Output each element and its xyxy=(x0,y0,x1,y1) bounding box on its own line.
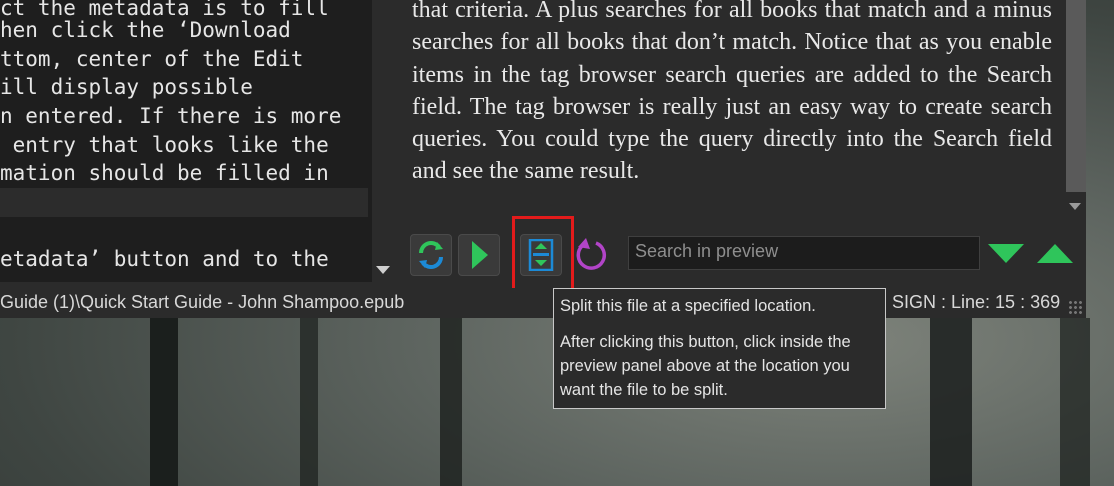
code-line: .. . xyxy=(0,274,304,282)
scroll-down-arrow-icon[interactable] xyxy=(1069,203,1081,210)
split-tooltip: Split this file at a specified location.… xyxy=(553,288,886,409)
code-scrollbar[interactable] xyxy=(372,0,394,282)
status-file-path: Guide (1)\Quick Start Guide - John Shamp… xyxy=(0,292,405,312)
preview-text: that criteria. A plus searches for all b… xyxy=(412,0,1052,185)
refresh-button[interactable] xyxy=(410,234,452,276)
preview-toolbar: Search in preview xyxy=(394,216,1086,292)
resize-grip-icon[interactable] xyxy=(1068,300,1084,316)
circular-arrow-icon xyxy=(576,238,606,270)
play-button[interactable] xyxy=(458,234,500,276)
status-bar: Guide (1)\Quick Start Guide - John Shamp… xyxy=(0,288,1086,318)
tree-silhouette xyxy=(300,318,318,486)
code-line: hen click the ‘Download xyxy=(0,18,291,42)
tooltip-title: Split this file at a specified location. xyxy=(560,297,816,315)
editor-window: ct the metadata is to fill hen click the… xyxy=(0,0,1086,318)
play-icon xyxy=(472,241,488,269)
code-line: etadata’ button and to the xyxy=(0,247,329,271)
scroll-down-arrow-icon[interactable] xyxy=(376,266,390,274)
reload-button[interactable] xyxy=(572,236,610,274)
tree-silhouette xyxy=(930,318,972,486)
status-line-position: SIGN : Line: 15 : 369 xyxy=(892,292,1061,312)
triangle-down-icon[interactable] xyxy=(988,244,1024,263)
triangle-up-icon[interactable] xyxy=(1037,244,1073,263)
refresh-icon xyxy=(419,241,443,269)
preview-panel[interactable]: that criteria. A plus searches for all b… xyxy=(394,0,1066,210)
scrollbar-thumb[interactable] xyxy=(1066,0,1086,192)
code-line: entry that looks like the xyxy=(0,133,329,157)
code-view[interactable]: ct the metadata is to fill hen click the… xyxy=(0,0,372,282)
preview-scrollbar[interactable] xyxy=(1066,0,1086,216)
tooltip-body: After clicking this button, click inside… xyxy=(560,333,851,399)
preview-search-input[interactable]: Search in preview xyxy=(628,236,980,270)
current-line-highlight xyxy=(0,188,368,217)
tree-silhouette xyxy=(440,318,462,486)
code-line: mation should be filled in xyxy=(0,161,329,185)
tree-silhouette xyxy=(150,318,178,486)
tree-silhouette xyxy=(1060,318,1090,486)
code-line: ttom, center of the Edit xyxy=(0,47,304,71)
code-line: n entered. If there is more xyxy=(0,104,342,128)
code-line: ill display possible xyxy=(0,75,253,99)
highlight-box xyxy=(512,216,574,292)
